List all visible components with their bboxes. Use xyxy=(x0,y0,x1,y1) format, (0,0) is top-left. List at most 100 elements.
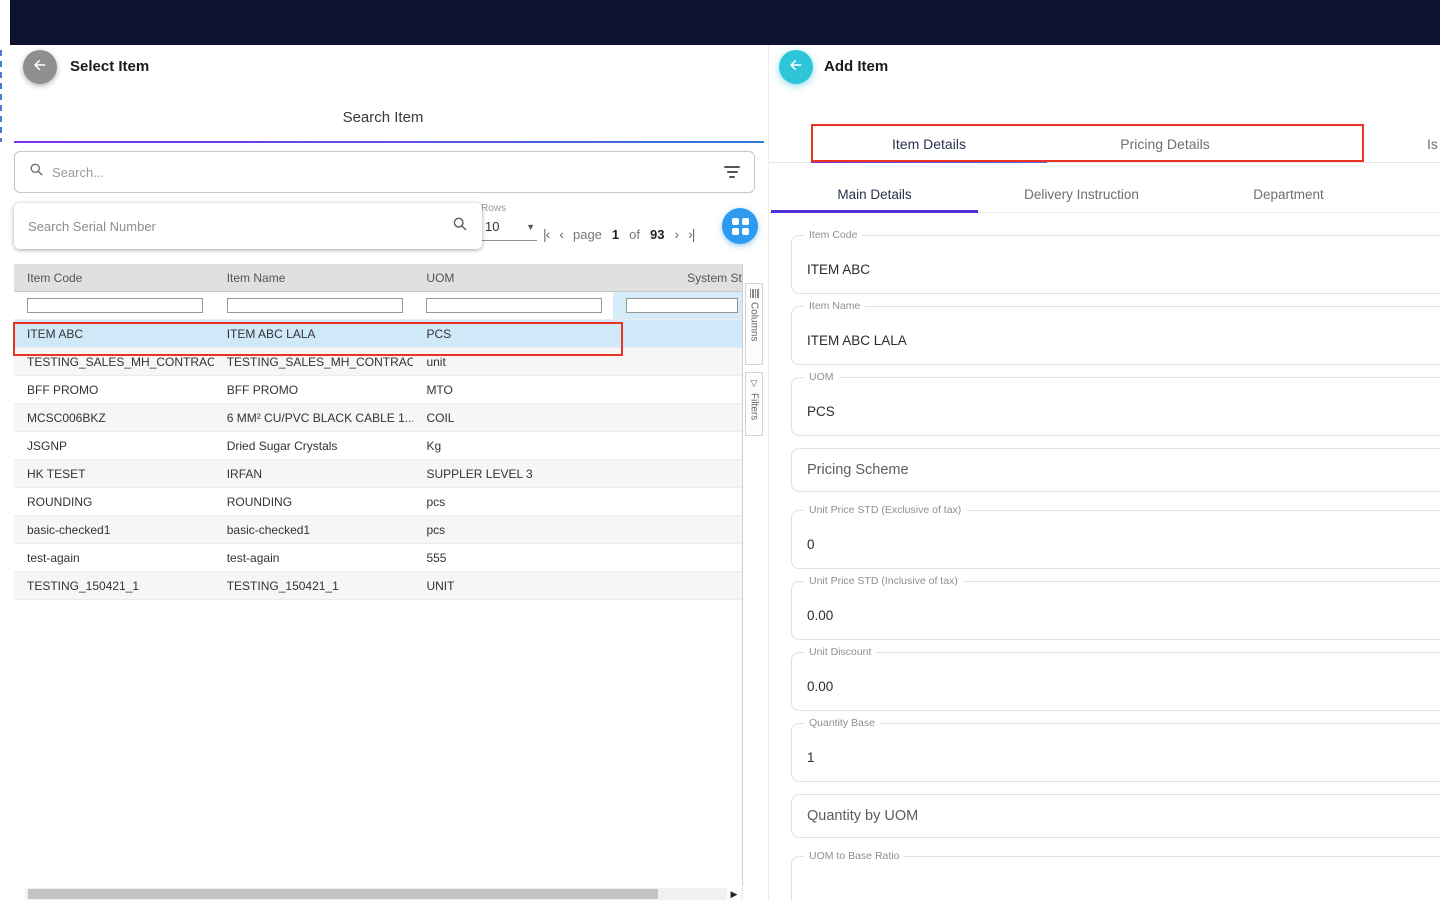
cell-system-stock xyxy=(613,516,742,543)
field-item-name[interactable]: Item Name ITEM ABC LALA xyxy=(791,306,1440,365)
next-page-button[interactable]: › xyxy=(674,226,678,242)
table-row[interactable]: TESTING_SALES_MH_CONTRACT TESTING_SALES_… xyxy=(14,348,742,376)
cell-item-name: TESTING_SALES_MH_CONTRACT xyxy=(214,348,414,375)
tab-item-details[interactable]: Item Details xyxy=(811,125,1047,163)
serial-number-input[interactable] xyxy=(28,219,452,234)
filters-tab-label: Filters xyxy=(749,393,760,420)
section-quantity-by-uom[interactable]: Quantity by UOM xyxy=(791,794,1440,838)
grid-view-button[interactable] xyxy=(722,208,758,244)
scroll-right-arrow-icon[interactable]: ▶ xyxy=(727,888,741,900)
field-value: 1 xyxy=(807,750,815,765)
chevron-down-icon: ▼ xyxy=(526,222,535,232)
table-row[interactable]: BFF PROMO BFF PROMO MTO xyxy=(14,376,742,404)
cell-uom: Kg xyxy=(413,432,613,459)
cell-uom: UNIT xyxy=(413,572,613,599)
back-arrow-icon xyxy=(787,56,805,79)
subtab-department[interactable]: Department xyxy=(1185,175,1392,213)
first-page-button[interactable]: |‹ xyxy=(543,226,549,242)
field-label: Unit Discount xyxy=(804,646,876,658)
filters-side-tab[interactable]: ▽ Filters xyxy=(745,372,763,436)
field-uom-to-base-ratio[interactable]: UOM to Base Ratio xyxy=(791,856,1440,900)
table-row[interactable]: MCSC006BKZ 6 MM² CU/PVC BLACK CABLE 1...… xyxy=(14,404,742,432)
table-row[interactable]: test-again test-again 555 xyxy=(14,544,742,572)
field-unit-discount[interactable]: Unit Discount 0.00 xyxy=(791,652,1440,711)
filter-icon[interactable] xyxy=(724,166,740,178)
field-value: 0 xyxy=(807,537,815,552)
field-value: ITEM ABC LALA xyxy=(807,333,907,348)
cell-system-stock xyxy=(613,404,742,431)
table-row-selected[interactable]: ITEM ABC ITEM ABC LALA PCS xyxy=(14,320,742,348)
filter-input-item-name[interactable] xyxy=(227,298,403,313)
total-pages: 93 xyxy=(650,227,664,242)
filter-input-uom[interactable] xyxy=(426,298,602,313)
columns-side-tab[interactable]: Columns xyxy=(745,283,763,365)
cell-item-code: test-again xyxy=(14,544,214,571)
filter-input-item-code[interactable] xyxy=(27,298,203,313)
cell-item-name: IRFAN xyxy=(214,460,414,487)
table-row[interactable]: HK TESET IRFAN SUPPLER LEVEL 3 xyxy=(14,460,742,488)
field-value: ITEM ABC xyxy=(807,262,870,277)
prev-page-button[interactable]: ‹ xyxy=(559,226,563,242)
current-page: 1 xyxy=(612,227,619,242)
table-row[interactable]: TESTING_150421_1 TESTING_150421_1 UNIT xyxy=(14,572,742,600)
field-label: Unit Price STD (Inclusive of tax) xyxy=(804,575,963,587)
cell-item-code: JSGNP xyxy=(14,432,214,459)
last-page-button[interactable]: ›| xyxy=(688,226,694,242)
table-row[interactable]: ROUNDING ROUNDING pcs xyxy=(14,488,742,516)
rows-per-page-select[interactable]: 10 ▼ xyxy=(481,214,537,241)
cell-item-name: Dried Sugar Crystals xyxy=(214,432,414,459)
field-label: Item Name xyxy=(804,300,865,312)
field-value: PCS xyxy=(807,404,835,419)
active-subtab-underline xyxy=(771,210,978,213)
cell-system-stock xyxy=(613,320,742,347)
tab-pricing-details[interactable]: Pricing Details xyxy=(1047,125,1283,163)
horizontal-scrollbar[interactable]: ▶ xyxy=(25,888,743,900)
field-item-code[interactable]: Item Code ITEM ABC xyxy=(791,235,1440,294)
tab-cutoff[interactable]: Is xyxy=(1427,125,1438,163)
search-input[interactable] xyxy=(52,165,724,180)
column-header-item-name[interactable]: Item Name xyxy=(214,264,414,291)
cell-uom: COIL xyxy=(413,404,613,431)
field-unit-price-exclusive[interactable]: Unit Price STD (Exclusive of tax) 0 xyxy=(791,510,1440,569)
back-button[interactable] xyxy=(23,50,57,84)
column-header-uom[interactable]: UOM xyxy=(413,264,613,291)
table-row[interactable]: basic-checked1 basic-checked1 pcs xyxy=(14,516,742,544)
of-label: of xyxy=(629,227,640,242)
section-pricing-scheme[interactable]: Pricing Scheme xyxy=(791,448,1440,492)
field-quantity-base[interactable]: Quantity Base 1 xyxy=(791,723,1440,782)
search-icon xyxy=(29,162,44,182)
serial-search-card xyxy=(14,203,482,249)
focus-dashed-line xyxy=(0,50,2,142)
rows-per-page-widget: Rows 10 ▼ xyxy=(481,203,537,241)
serial-search-icon[interactable] xyxy=(452,216,468,237)
sub-tabs: Main Details Delivery Instruction Depart… xyxy=(769,175,1440,213)
cell-item-code: TESTING_150421_1 xyxy=(14,572,214,599)
field-value: 0.00 xyxy=(807,679,833,694)
cell-uom: MTO xyxy=(413,376,613,403)
column-header-item-code[interactable]: Item Code xyxy=(14,264,214,291)
field-label: Quantity Base xyxy=(804,717,880,729)
select-item-panel: Select Item Search Item Rows 10 ▼ |‹ xyxy=(0,45,766,900)
table-row[interactable]: JSGNP Dried Sugar Crystals Kg xyxy=(14,432,742,460)
cell-item-name: ROUNDING xyxy=(214,488,414,515)
cell-system-stock xyxy=(613,432,742,459)
field-uom[interactable]: UOM PCS xyxy=(791,377,1440,436)
filter-input-system-stock[interactable] xyxy=(626,298,738,313)
subtab-delivery-instruction[interactable]: Delivery Instruction xyxy=(978,175,1185,213)
field-label: Item Code xyxy=(804,229,862,241)
cell-uom: pcs xyxy=(413,516,613,543)
main-tabs: Item Details Pricing Details Is xyxy=(769,125,1440,163)
column-header-system-stock[interactable]: System Sto xyxy=(613,264,742,291)
add-item-panel: Add Item Item Details Pricing Details Is… xyxy=(768,45,1440,900)
cell-item-name: TESTING_150421_1 xyxy=(214,572,414,599)
field-unit-price-inclusive[interactable]: Unit Price STD (Inclusive of tax) 0.00 xyxy=(791,581,1440,640)
cell-item-name: test-again xyxy=(214,544,414,571)
items-table: Item Code Item Name UOM System Sto ITEM … xyxy=(14,264,743,886)
cell-item-name: basic-checked1 xyxy=(214,516,414,543)
back-button-add-item[interactable] xyxy=(779,50,813,84)
screen: Select Item Search Item Rows 10 ▼ |‹ xyxy=(0,0,1440,900)
table-header-row: Item Code Item Name UOM System Sto xyxy=(14,264,742,292)
scrollbar-thumb[interactable] xyxy=(28,889,658,899)
subtab-main-details[interactable]: Main Details xyxy=(771,175,978,213)
active-tab-underline xyxy=(811,160,1047,163)
